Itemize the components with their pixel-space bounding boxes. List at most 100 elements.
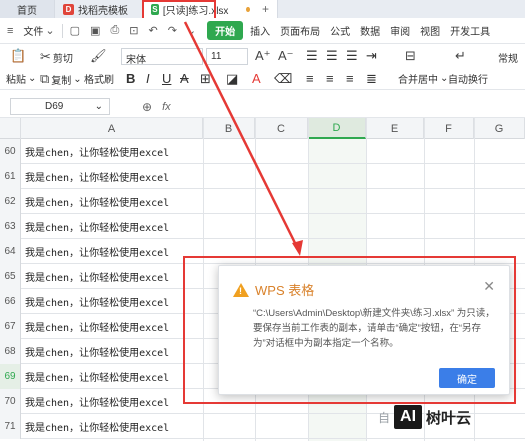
format-painter-button[interactable]: 格式刷 — [84, 71, 114, 86]
save-icon[interactable]: ▣ — [87, 24, 103, 37]
cell-a[interactable]: 我是chen，让你轻松使用excel — [25, 139, 200, 164]
row-number[interactable]: 66 — [0, 289, 21, 314]
customize-icon[interactable]: ⌄ — [184, 24, 199, 37]
paste-button[interactable]: 粘贴 ⌄ — [6, 71, 36, 86]
name-box[interactable]: D69 ⌄ — [10, 98, 110, 115]
clear-format-icon[interactable]: ⌫ — [274, 71, 292, 87]
paste-icon[interactable]: 📋 — [10, 48, 26, 64]
fx-icon[interactable]: fx — [162, 101, 171, 113]
column-header-e[interactable]: E — [366, 118, 424, 139]
italic-icon[interactable]: I — [146, 71, 150, 86]
menu-insert[interactable]: 插入 — [247, 23, 273, 38]
column-header-a[interactable]: A — [21, 118, 203, 139]
menu-file[interactable]: 文件 ⌄ — [20, 23, 57, 38]
table-row: 62 我是chen，让你轻松使用excel — [0, 189, 525, 214]
cell-a[interactable]: 我是chen，让你轻松使用excel — [25, 389, 200, 414]
cell-a[interactable]: 我是chen，让你轻松使用excel — [25, 264, 200, 289]
column-headers: A B C D E F G — [0, 118, 525, 139]
menu-view[interactable]: 视图 — [417, 23, 443, 38]
table-row: 63 我是chen，让你轻松使用excel — [0, 214, 525, 239]
cell-a[interactable]: 我是chen，让你轻松使用excel — [25, 289, 200, 314]
grow-font-icon[interactable]: A⁺ — [255, 48, 271, 64]
column-header-f[interactable]: F — [424, 118, 474, 139]
scissors-icon: ✂ — [40, 49, 51, 64]
align-right-icon[interactable]: ≡ — [346, 71, 354, 86]
font-color-icon[interactable]: A — [252, 71, 261, 86]
align-bottom-icon[interactable]: ☰ — [346, 48, 358, 64]
menu-bar: ≡ 文件 ⌄ ▢ ▣ ⎙ ⊡ ↶ ↷ ⌄ 开始 插入 页面布局 公式 数据 审阅 … — [0, 18, 525, 44]
row-number[interactable]: 62 — [0, 189, 21, 214]
fill-color-icon[interactable]: ◪ — [226, 71, 238, 87]
undo-icon[interactable]: ↶ — [145, 24, 160, 37]
row-number[interactable]: 70 — [0, 389, 21, 414]
align-middle-icon[interactable]: ☰ — [326, 48, 338, 64]
cell-a[interactable]: 我是chen，让你轻松使用excel — [25, 189, 200, 214]
cell-a[interactable]: 我是chen，让你轻松使用excel — [25, 414, 200, 439]
cut-label: 剪切 — [52, 53, 73, 65]
menu-file-label: 文件 — [23, 27, 44, 38]
zoom-icon[interactable]: ⊕ — [142, 100, 152, 114]
annotation-tab-highlight — [142, 0, 216, 20]
wrap-icon[interactable]: ↵ — [455, 48, 466, 64]
menu-review[interactable]: 审阅 — [387, 23, 413, 38]
paste-label: 粘贴 — [6, 75, 26, 86]
font-family-select[interactable]: 宋体 — [121, 48, 203, 66]
row-number[interactable]: 71 — [0, 414, 21, 439]
tab-template[interactable]: D 找稻壳模板 — [55, 0, 143, 18]
formula-bar: D69 ⌄ ⊕ fx — [0, 96, 525, 118]
tab-home[interactable]: 首页 — [0, 0, 55, 18]
watermark-brand: 树叶云 — [426, 409, 472, 427]
column-header-d[interactable]: D — [308, 118, 366, 139]
open-icon[interactable]: ▢ — [67, 24, 83, 37]
tab-start[interactable]: 开始 — [207, 21, 244, 40]
column-header-c[interactable]: C — [255, 118, 308, 139]
row-number[interactable]: 61 — [0, 164, 21, 189]
hamburger-icon[interactable]: ≡ — [4, 25, 16, 37]
select-all-corner[interactable] — [0, 118, 21, 139]
cell-a[interactable]: 我是chen，让你轻松使用excel — [25, 164, 200, 189]
row-number[interactable]: 68 — [0, 339, 21, 364]
row-number[interactable]: 63 — [0, 214, 21, 239]
cut-button[interactable]: ✂ 剪切 — [40, 49, 73, 65]
cell-a[interactable]: 我是chen，让你轻松使用excel — [25, 214, 200, 239]
cell-a[interactable]: 我是chen，让你轻松使用excel — [25, 239, 200, 264]
print-icon[interactable]: ⎙ — [107, 24, 122, 37]
watermark-text: 自 — [378, 410, 391, 425]
align-left-icon[interactable]: ≡ — [306, 71, 314, 86]
strikethrough-icon[interactable]: A — [180, 71, 189, 86]
format-painter-icon[interactable]: 🖌 — [90, 48, 107, 64]
new-tab-icon[interactable]: + — [262, 2, 269, 16]
align-top-icon[interactable]: ☰ — [306, 48, 318, 64]
border-icon[interactable]: ⊞ — [200, 71, 211, 87]
underline-icon[interactable]: U — [162, 71, 171, 86]
row-number-selected[interactable]: 69 — [0, 364, 21, 389]
align-center-icon[interactable]: ≡ — [326, 71, 334, 86]
row-number[interactable]: 65 — [0, 264, 21, 289]
row-number[interactable]: 60 — [0, 139, 21, 164]
menu-data[interactable]: 数据 — [357, 23, 383, 38]
font-size-select[interactable]: 11 — [206, 48, 248, 65]
merge-center-button[interactable]: 合并居中 ⌄ — [398, 71, 448, 86]
redo-icon[interactable]: ↷ — [165, 24, 180, 37]
merge-icon[interactable]: ⊟ — [405, 48, 416, 64]
daoke-icon: D — [63, 3, 74, 15]
justify-icon[interactable]: ≣ — [366, 71, 377, 87]
menu-formulas[interactable]: 公式 — [327, 23, 353, 38]
row-number[interactable]: 64 — [0, 239, 21, 264]
bold-icon[interactable]: B — [126, 71, 135, 86]
column-header-g[interactable]: G — [474, 118, 525, 139]
wrap-text-button[interactable]: 自动换行 — [448, 71, 488, 86]
menu-page-layout[interactable]: 页面布局 — [277, 23, 323, 38]
menu-developer[interactable]: 开发工具 — [447, 23, 493, 38]
print-preview-icon[interactable]: ⊡ — [126, 24, 141, 37]
cell-a[interactable]: 我是chen，让你轻松使用excel — [25, 339, 200, 364]
number-format-select[interactable]: 常规 — [498, 50, 518, 65]
cell-a[interactable]: 我是chen，让你轻松使用excel — [25, 314, 200, 339]
row-number[interactable]: 67 — [0, 314, 21, 339]
name-box-value: D69 — [45, 101, 64, 112]
indent-icon[interactable]: ⇥ — [366, 48, 377, 64]
cell-a[interactable]: 我是chen，让你轻松使用excel — [25, 364, 200, 389]
copy-button[interactable]: ⧉ 复制 ⌄ — [40, 71, 82, 87]
column-header-b[interactable]: B — [203, 118, 255, 139]
shrink-font-icon[interactable]: A⁻ — [278, 48, 294, 64]
